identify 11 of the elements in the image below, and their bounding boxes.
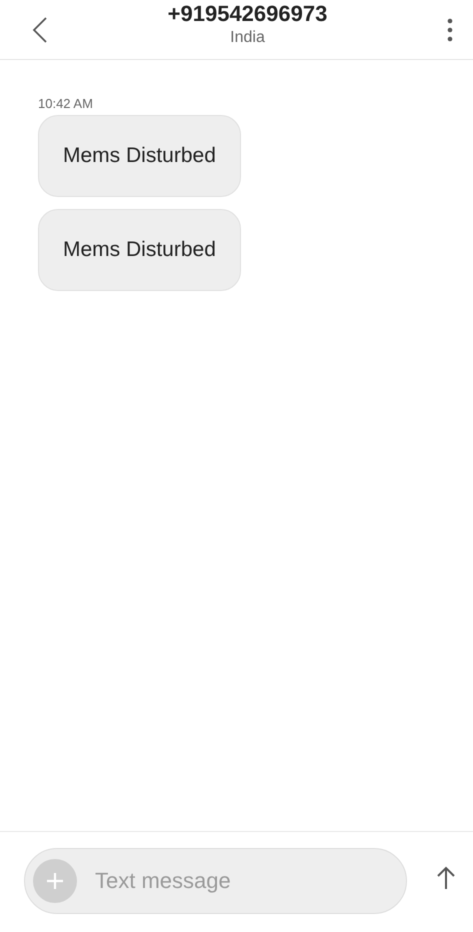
back-icon bbox=[32, 16, 48, 44]
message-bubble: Mems Disturbed bbox=[38, 115, 241, 197]
send-button[interactable] bbox=[437, 866, 455, 890]
contact-number: +919542696973 bbox=[168, 2, 328, 24]
message-bubble: Mems Disturbed bbox=[38, 209, 241, 291]
message-input-field[interactable]: Text message bbox=[24, 848, 407, 914]
message-time: 10:42 AM bbox=[38, 96, 93, 111]
plus-icon bbox=[46, 872, 64, 890]
arrow-up-icon bbox=[437, 866, 455, 890]
contact-location: India bbox=[230, 28, 265, 46]
more-icon bbox=[447, 18, 453, 42]
